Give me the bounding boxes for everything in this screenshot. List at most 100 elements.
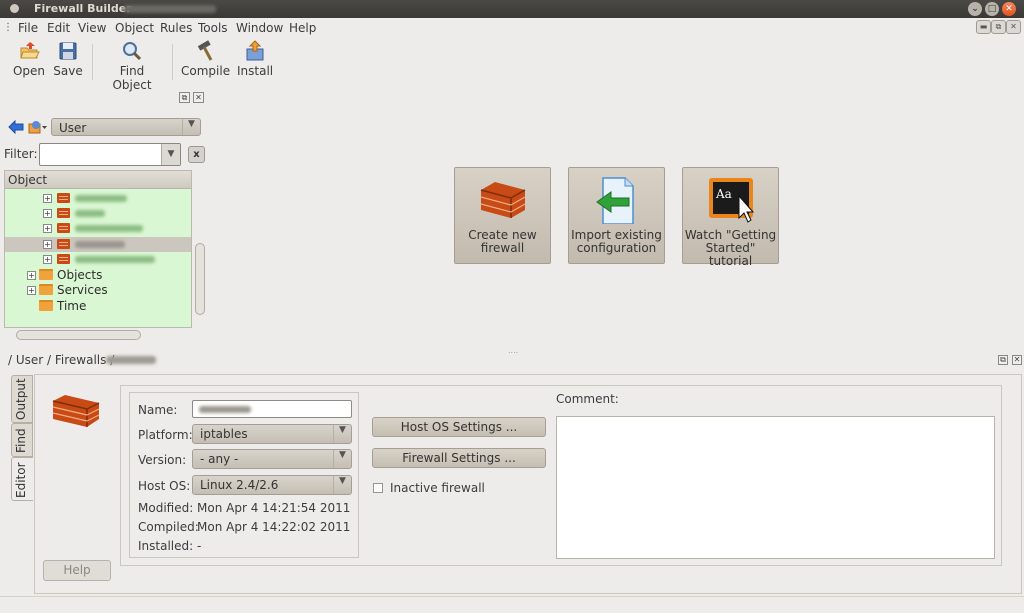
expand-icon[interactable]: +	[43, 194, 52, 203]
tree-row-firewall[interactable]: +	[5, 252, 191, 267]
tree-row-time[interactable]: Time	[5, 299, 191, 314]
inactive-firewall-label: Inactive firewall	[390, 481, 485, 495]
menu-object[interactable]: Object	[115, 21, 154, 35]
expand-icon[interactable]: +	[27, 286, 36, 295]
create-new-firewall-button[interactable]: Create new firewall	[454, 167, 551, 264]
blurred-filename	[124, 5, 216, 13]
expand-icon[interactable]: +	[43, 240, 52, 249]
tree-row-services[interactable]: + Services	[5, 283, 191, 298]
comment-textarea[interactable]	[556, 416, 995, 559]
expand-icon[interactable]: +	[27, 271, 36, 280]
hammer-icon	[197, 40, 213, 61]
tree-header: Object	[5, 171, 191, 189]
library-icon[interactable]	[28, 119, 48, 135]
tree-row-firewall-selected[interactable]: +	[5, 237, 191, 252]
tab-output[interactable]: Output	[11, 375, 33, 423]
save-disk-icon	[59, 42, 77, 60]
scrollbar-thumb[interactable]	[16, 330, 141, 340]
back-arrow-icon[interactable]	[8, 120, 24, 134]
tree-label-services: Services	[57, 283, 108, 297]
panel-close-icon[interactable]: ✕	[193, 92, 204, 103]
import-configuration-label: Import existing configuration	[571, 228, 662, 255]
open-label: Open	[12, 64, 46, 78]
blurred-name	[75, 241, 125, 248]
breadcrumb: / User / Firewalls /	[8, 353, 115, 367]
status-bar	[0, 596, 1024, 613]
install-label: Install	[237, 64, 274, 78]
tab-find-label: Find	[14, 428, 28, 453]
modified-label: Modified:	[138, 501, 194, 515]
tree-row-firewall[interactable]: +	[5, 221, 191, 236]
splitter-handle[interactable]: ....	[508, 346, 518, 355]
close-icon[interactable]: ✕	[1002, 2, 1016, 16]
library-select[interactable]: User ▼	[51, 118, 201, 136]
host-os-select[interactable]: Linux 2.4/2.6 ▼	[192, 475, 352, 495]
compiled-value: Mon Apr 4 14:22:02 2011	[197, 520, 351, 534]
comment-label: Comment:	[556, 392, 619, 406]
menu-tools[interactable]: Tools	[198, 21, 228, 35]
mdi-minimize-icon[interactable]: ▬	[976, 20, 991, 34]
chevron-down-icon: ▼	[333, 425, 351, 443]
tree-row-firewall[interactable]: +	[5, 191, 191, 206]
mdi-close-icon[interactable]: ✕	[1006, 20, 1021, 34]
watch-tutorial-button[interactable]: Aa Watch "Getting Started" tutorial	[682, 167, 779, 268]
filter-clear-button[interactable]: x	[188, 146, 205, 163]
toolbar: Open Save Find Object Compile Install	[0, 38, 1024, 92]
menu-help[interactable]: Help	[289, 21, 316, 35]
tree-row-firewall[interactable]: +	[5, 206, 191, 221]
menu-edit[interactable]: Edit	[47, 21, 70, 35]
firewall-settings-button[interactable]: Firewall Settings ...	[372, 448, 546, 468]
editor-close-icon[interactable]: ✕	[1012, 355, 1022, 365]
menu-file[interactable]: File	[18, 21, 38, 35]
tab-find[interactable]: Find	[11, 423, 33, 457]
help-button[interactable]: Help	[43, 560, 111, 581]
name-input[interactable]	[192, 400, 352, 418]
toolbar-separator	[92, 44, 93, 80]
magnifier-icon	[123, 42, 142, 61]
mdi-restore-icon[interactable]: ⧉	[991, 20, 1006, 34]
expand-icon[interactable]: +	[43, 209, 52, 218]
compile-button[interactable]: Compile	[181, 40, 230, 78]
expand-icon[interactable]: +	[43, 224, 52, 233]
name-label: Name:	[138, 403, 178, 417]
menu-window[interactable]: Window	[236, 21, 283, 35]
platform-select[interactable]: iptables ▼	[192, 424, 352, 444]
maximize-icon[interactable]: □	[985, 2, 999, 16]
svg-text:Aa: Aa	[715, 187, 732, 201]
minimize-icon[interactable]: ⌄	[968, 2, 982, 16]
tab-editor[interactable]: Editor	[11, 457, 33, 501]
import-configuration-button[interactable]: Import existing configuration	[568, 167, 665, 264]
tree-vertical-scrollbar[interactable]	[194, 170, 206, 325]
firewall-icon	[57, 193, 70, 203]
find-object-label: Find Object	[112, 64, 152, 92]
chevron-down-icon: ▼	[182, 119, 200, 135]
menu-view[interactable]: View	[78, 21, 106, 35]
filter-dropdown-icon[interactable]: ▼	[161, 144, 180, 165]
toolbar-separator	[172, 44, 173, 80]
version-select[interactable]: - any - ▼	[192, 449, 352, 469]
find-object-button[interactable]: Find Object	[100, 40, 164, 92]
object-tree[interactable]: Object + + + + + + Objects + Services Ti…	[4, 170, 192, 328]
title-bar: Firewall Builder - ⌄ □ ✕	[0, 0, 1024, 18]
save-button[interactable]: Save	[52, 40, 84, 78]
panel-float-icon[interactable]: ⧉	[179, 92, 190, 103]
open-button[interactable]: Open	[12, 40, 46, 78]
tree-label-time: Time	[57, 299, 87, 313]
expand-icon[interactable]: +	[43, 255, 52, 264]
folder-icon	[39, 300, 53, 311]
create-new-firewall-label: Create new firewall	[468, 228, 537, 255]
editor-float-icon[interactable]: ⧉	[998, 355, 1008, 365]
watch-tutorial-label: Watch "Getting Started" tutorial	[684, 228, 777, 268]
install-button[interactable]: Install	[237, 40, 273, 78]
inactive-firewall-checkbox[interactable]	[373, 483, 383, 493]
chevron-down-icon: ▼	[333, 450, 351, 468]
host-os-settings-button[interactable]: Host OS Settings ...	[372, 417, 546, 437]
menu-grip-icon: ⋮	[3, 22, 13, 33]
version-label: Version:	[138, 453, 187, 467]
tree-horizontal-scrollbar[interactable]	[4, 329, 192, 341]
menu-rules[interactable]: Rules	[160, 21, 192, 35]
app-icon[interactable]	[10, 4, 19, 13]
filter-input[interactable]: ▼	[39, 143, 181, 166]
tree-row-objects[interactable]: + Objects	[5, 268, 191, 283]
scrollbar-thumb[interactable]	[195, 243, 205, 315]
